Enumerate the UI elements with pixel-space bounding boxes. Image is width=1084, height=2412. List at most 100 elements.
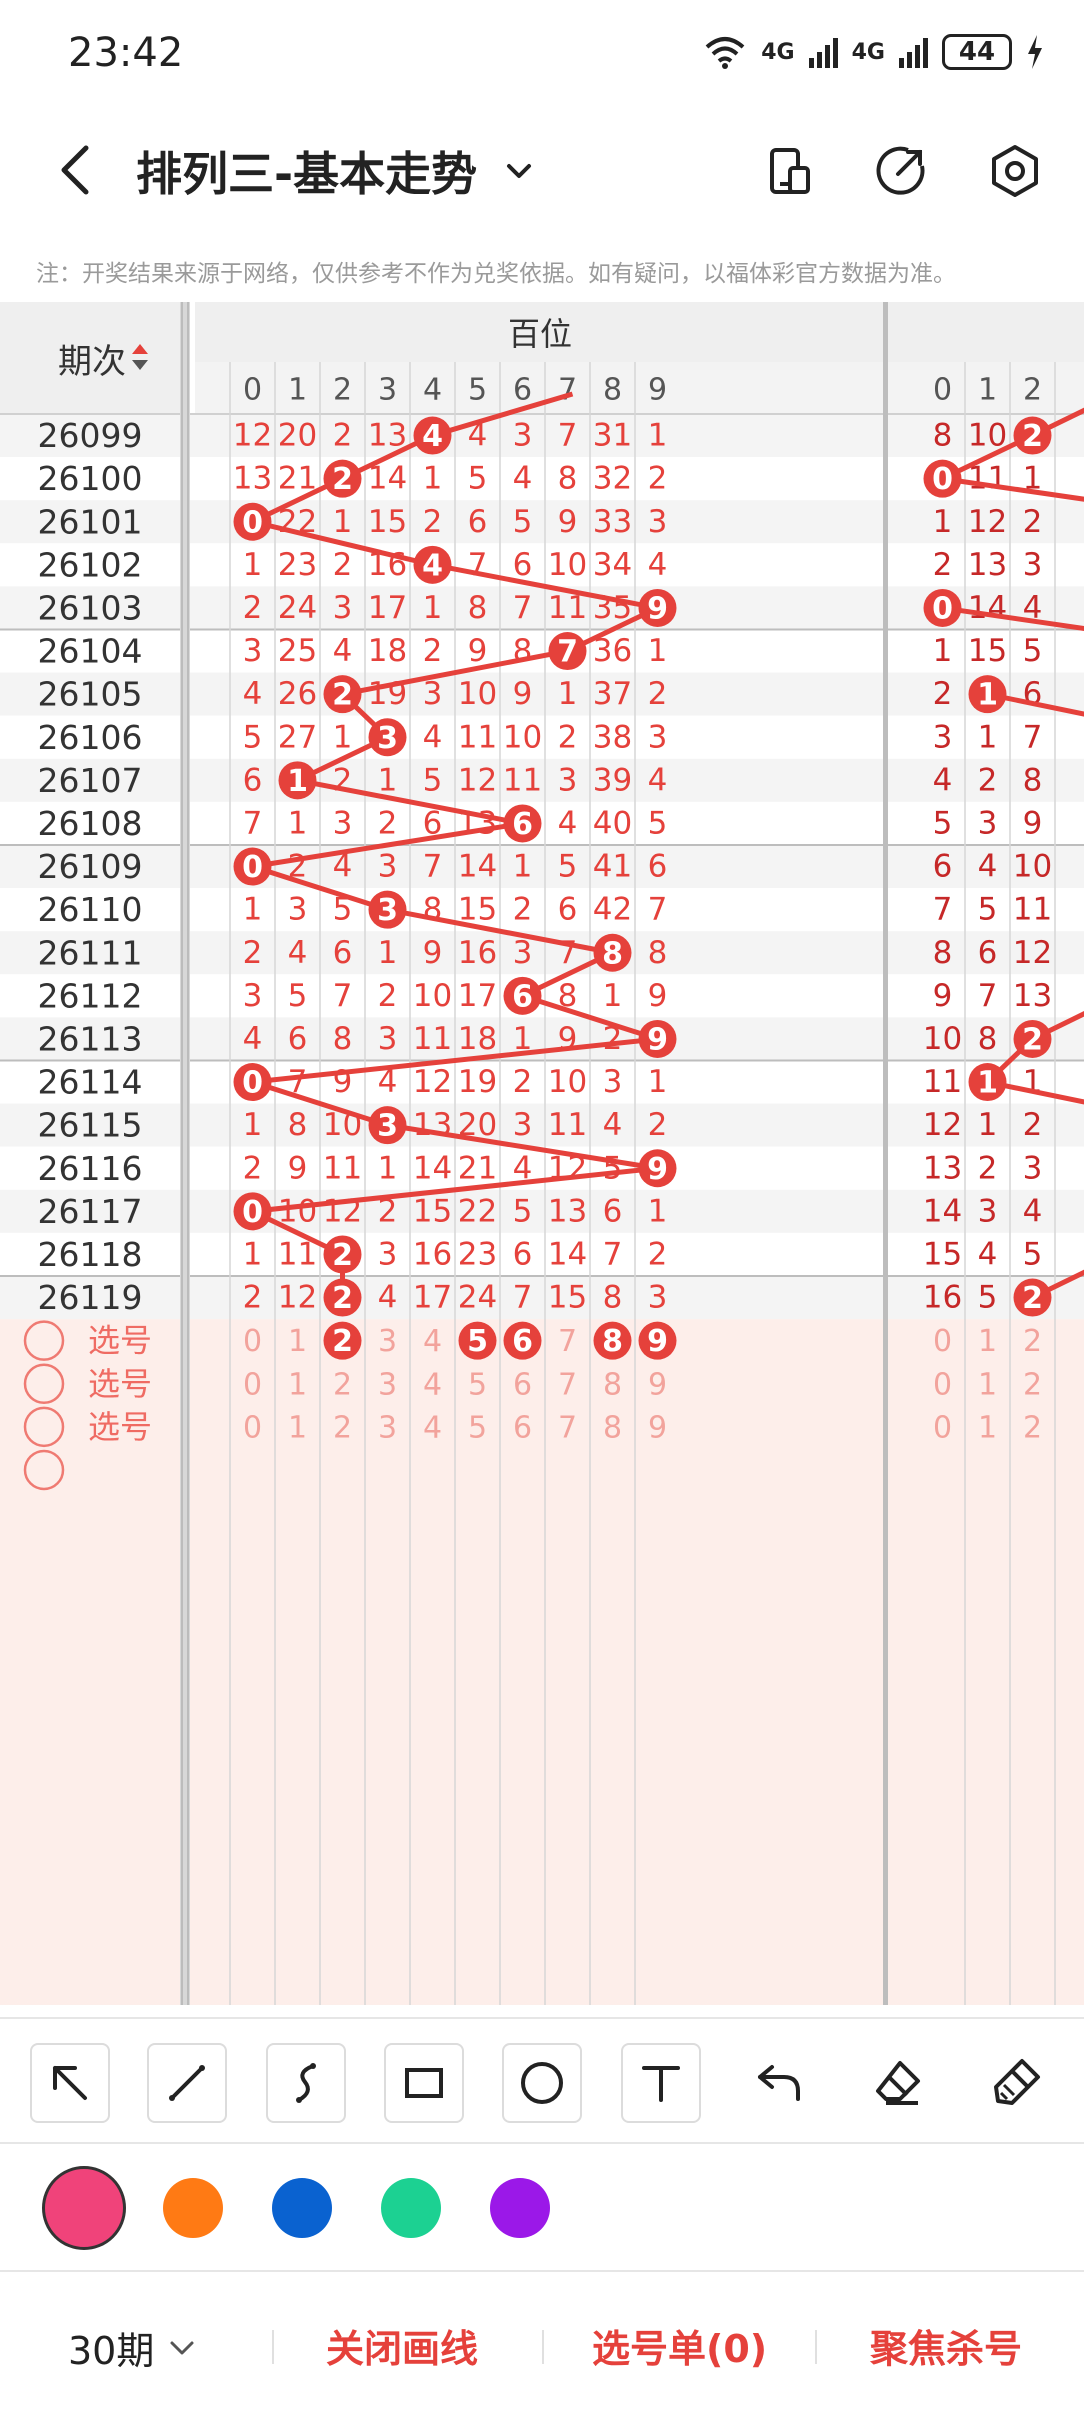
- column-header: 1: [288, 373, 307, 408]
- back-button[interactable]: [48, 140, 108, 200]
- clear-button[interactable]: [976, 2043, 1056, 2123]
- omission-value: 7: [243, 805, 263, 841]
- omission-value: 23: [458, 1236, 497, 1272]
- pick-number[interactable]: 8: [603, 1367, 622, 1402]
- circle-tool-button[interactable]: [502, 2043, 582, 2123]
- pick-number-selected[interactable]: 8: [602, 1324, 623, 1359]
- pick-number[interactable]: 3: [378, 1410, 397, 1445]
- close-lines-button[interactable]: 关闭画线: [326, 2318, 478, 2373]
- settings-button[interactable]: [986, 142, 1044, 200]
- omission-value: 8: [513, 633, 533, 669]
- pick-number[interactable]: 5: [468, 1410, 487, 1445]
- omission-value: 32: [593, 461, 632, 497]
- pick-number[interactable]: 9: [648, 1367, 667, 1402]
- pick-number-selected[interactable]: 2: [332, 1324, 353, 1359]
- hit-number: 3: [377, 893, 398, 928]
- pick-number[interactable]: 1: [978, 1324, 997, 1359]
- title-dropdown[interactable]: 排列三-基本走势: [136, 138, 539, 204]
- omission-value: 1: [933, 633, 953, 669]
- circle-icon: [521, 2062, 563, 2104]
- color-swatch-purple[interactable]: [490, 2178, 550, 2238]
- pick-row-label[interactable]: 选号: [88, 1365, 152, 1403]
- pick-number[interactable]: 7: [558, 1367, 577, 1402]
- omission-value: 2: [243, 1280, 263, 1316]
- pick-area: [0, 1319, 1084, 2017]
- undo-button[interactable]: [740, 2043, 820, 2123]
- pick-number[interactable]: 4: [423, 1367, 442, 1402]
- share-button[interactable]: [872, 142, 930, 200]
- omission-value: 3: [1023, 547, 1043, 583]
- pick-number[interactable]: 1: [978, 1410, 997, 1445]
- rectangle-tool-button[interactable]: [384, 2043, 464, 2123]
- pick-number[interactable]: 1: [288, 1410, 307, 1445]
- color-swatch-green[interactable]: [381, 2178, 441, 2238]
- pick-number[interactable]: 0: [243, 1324, 262, 1359]
- pick-number[interactable]: 4: [423, 1410, 442, 1445]
- column-header: 3: [378, 373, 397, 408]
- group-divider: [883, 302, 888, 2017]
- omission-value: 4: [243, 676, 263, 712]
- omission-value: 7: [423, 849, 443, 885]
- pointer-tool-button[interactable]: [30, 2043, 110, 2123]
- hit-number: 1: [977, 678, 998, 713]
- pick-number[interactable]: 2: [333, 1410, 352, 1445]
- pick-number-selected[interactable]: 9: [647, 1324, 668, 1359]
- pick-number[interactable]: 7: [558, 1324, 577, 1359]
- pick-number[interactable]: 7: [558, 1410, 577, 1445]
- color-swatch-pink[interactable]: [42, 2166, 126, 2250]
- pick-number[interactable]: 0: [933, 1324, 952, 1359]
- period-count-select[interactable]: 30期: [68, 2320, 200, 2375]
- omission-value: 4: [558, 805, 578, 841]
- omission-value: 12: [1013, 935, 1052, 971]
- pick-number[interactable]: 0: [933, 1367, 952, 1402]
- pick-number-selected[interactable]: 5: [467, 1324, 488, 1359]
- layout-toggle-button[interactable]: [760, 142, 818, 200]
- pick-number[interactable]: 4: [423, 1324, 442, 1359]
- omission-value: 6: [243, 762, 263, 798]
- omission-value: 38: [593, 719, 632, 755]
- color-swatch-orange[interactable]: [163, 2178, 223, 2238]
- pick-row-label[interactable]: 选号: [88, 1408, 152, 1446]
- pick-number[interactable]: 9: [648, 1410, 667, 1445]
- pick-number[interactable]: 8: [603, 1410, 622, 1445]
- omission-value: 1: [648, 1064, 668, 1100]
- focus-kill-button[interactable]: 聚焦杀号: [870, 2318, 1022, 2373]
- period-header[interactable]: 期次: [58, 342, 126, 382]
- omission-value: 11: [458, 719, 497, 755]
- pick-number[interactable]: 2: [333, 1367, 352, 1402]
- period-number: 26107: [38, 761, 143, 800]
- line-tool-button[interactable]: [147, 2043, 227, 2123]
- color-swatch-blue[interactable]: [272, 2178, 332, 2238]
- trend-chart[interactable]: 期次百位0 1 2 3 4 5 6 7 8 9 0 1 226099 12 20 2 13 4 3 7 31 1 8 1026…: [0, 302, 1084, 2017]
- pick-number[interactable]: 2: [1023, 1367, 1042, 1402]
- pick-number[interactable]: 6: [513, 1367, 532, 1402]
- omission-value: 2: [513, 1064, 533, 1100]
- text-tool-button[interactable]: [621, 2043, 701, 2123]
- omission-value: 1: [378, 1150, 398, 1186]
- period-number: 26105: [38, 675, 143, 714]
- omission-value: 42: [593, 892, 632, 928]
- omission-value: 17: [458, 978, 497, 1014]
- pick-number[interactable]: 3: [378, 1324, 397, 1359]
- pick-number[interactable]: 3: [378, 1367, 397, 1402]
- pick-number[interactable]: 6: [513, 1410, 532, 1445]
- pick-number-selected[interactable]: 6: [512, 1324, 533, 1359]
- hit-number: 4: [422, 419, 443, 454]
- curve-tool-button[interactable]: [266, 2043, 346, 2123]
- pick-number[interactable]: 2: [1023, 1324, 1042, 1359]
- pick-row-label[interactable]: 选号: [88, 1322, 152, 1360]
- pick-number[interactable]: 1: [288, 1324, 307, 1359]
- pick-number[interactable]: 0: [243, 1367, 262, 1402]
- pick-number[interactable]: 1: [288, 1367, 307, 1402]
- pick-number[interactable]: 0: [933, 1410, 952, 1445]
- table-row: [0, 1060, 1084, 1104]
- omission-value: 17: [413, 1280, 452, 1316]
- pick-number[interactable]: 0: [243, 1410, 262, 1445]
- omission-value: 14: [413, 1150, 452, 1186]
- pick-number[interactable]: 2: [1023, 1410, 1042, 1445]
- pick-list-button[interactable]: 选号单(0): [592, 2318, 767, 2373]
- pick-number[interactable]: 5: [468, 1367, 487, 1402]
- pick-number[interactable]: 1: [978, 1367, 997, 1402]
- eraser-button[interactable]: [858, 2043, 938, 2123]
- omission-value: 9: [423, 935, 443, 971]
